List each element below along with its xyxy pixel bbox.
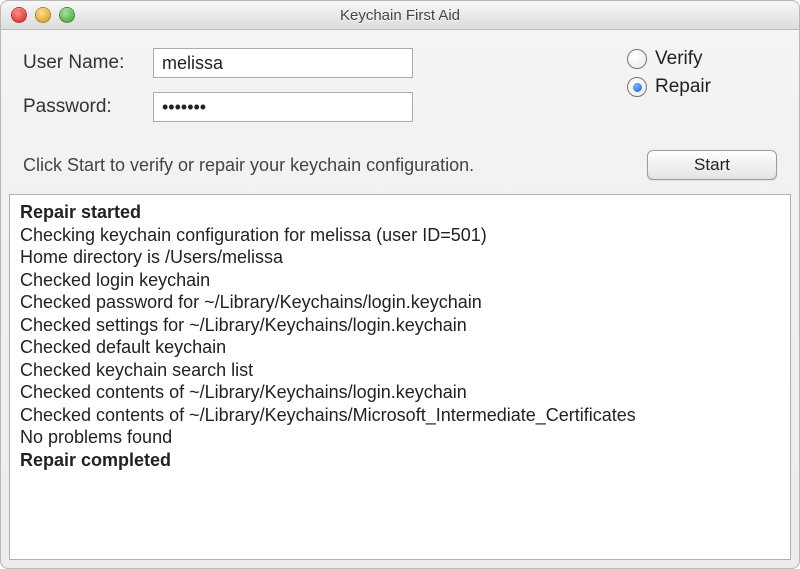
log-line: Checked settings for ~/Library/Keychains… xyxy=(20,314,780,337)
log-line: Repair started xyxy=(20,201,780,224)
zoom-icon[interactable] xyxy=(59,7,75,23)
log-line: Checked contents of ~/Library/Keychains/… xyxy=(20,404,780,427)
verify-radio[interactable]: Verify xyxy=(627,48,777,70)
log-line: Checking keychain configuration for meli… xyxy=(20,224,780,247)
log-output[interactable]: Repair startedChecking keychain configur… xyxy=(9,194,791,560)
window-title: Keychain First Aid xyxy=(1,7,799,24)
log-line: Checked default keychain xyxy=(20,336,780,359)
password-label: Password: xyxy=(23,96,153,118)
keychain-first-aid-window: Keychain First Aid User Name: Password: … xyxy=(0,0,800,569)
instruction-row: Click Start to verify or repair your key… xyxy=(1,146,799,194)
instruction-text: Click Start to verify or repair your key… xyxy=(23,155,474,176)
credentials-section: User Name: Password: Verify Repair xyxy=(1,30,799,146)
window-controls xyxy=(11,7,75,23)
repair-radio[interactable]: Repair xyxy=(627,76,777,98)
username-label: User Name: xyxy=(23,52,153,74)
username-input[interactable] xyxy=(153,48,413,78)
mode-selector: Verify Repair xyxy=(607,48,777,136)
radio-icon xyxy=(627,49,647,69)
verify-radio-label: Verify xyxy=(655,48,703,70)
log-line: Repair completed xyxy=(20,449,780,472)
log-line: Checked password for ~/Library/Keychains… xyxy=(20,291,780,314)
log-line: Checked login keychain xyxy=(20,269,780,292)
log-line: Home directory is /Users/melissa xyxy=(20,246,780,269)
log-line: No problems found xyxy=(20,426,780,449)
close-icon[interactable] xyxy=(11,7,27,23)
log-line: Checked keychain search list xyxy=(20,359,780,382)
repair-radio-label: Repair xyxy=(655,76,711,98)
log-line: Checked contents of ~/Library/Keychains/… xyxy=(20,381,780,404)
titlebar: Keychain First Aid xyxy=(1,1,799,30)
radio-icon xyxy=(627,77,647,97)
start-button[interactable]: Start xyxy=(647,150,777,180)
minimize-icon[interactable] xyxy=(35,7,51,23)
password-input[interactable] xyxy=(153,92,413,122)
